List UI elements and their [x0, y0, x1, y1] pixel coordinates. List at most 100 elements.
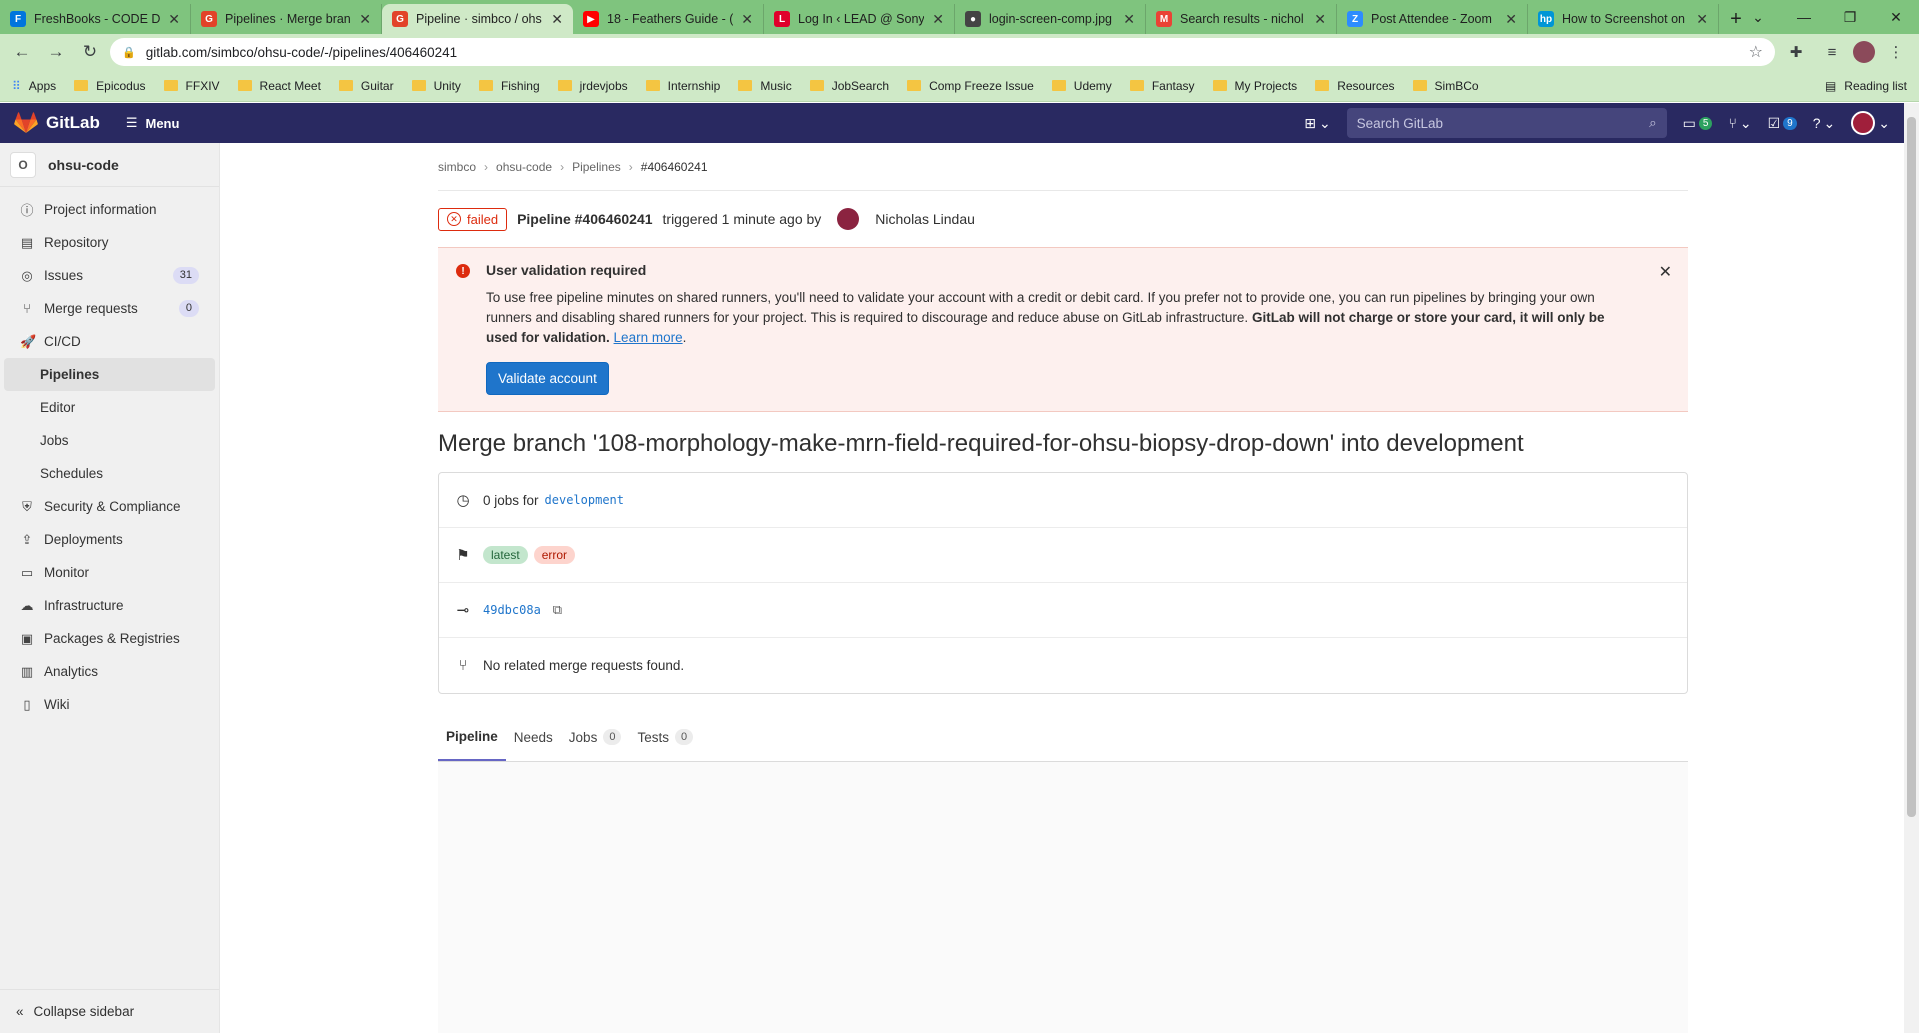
bookmark-item[interactable]: Guitar: [338, 79, 394, 93]
bookmark-item[interactable]: Internship: [645, 79, 720, 93]
apps-shortcut[interactable]: ⠿ Apps: [12, 79, 56, 93]
minimize-button[interactable]: —: [1781, 9, 1827, 25]
extensions-icon[interactable]: ✚: [1781, 43, 1811, 61]
bookmark-item[interactable]: JobSearch: [809, 79, 889, 93]
gitlab-logo[interactable]: GitLab: [14, 112, 100, 134]
bookmark-item[interactable]: Music: [738, 79, 792, 93]
bookmark-item[interactable]: jrdevjobs: [557, 79, 628, 93]
reload-icon[interactable]: ↻: [76, 38, 104, 66]
learn-more-link[interactable]: Learn more: [614, 330, 683, 345]
sidebar-item-infrastructure[interactable]: ☁ Infrastructure: [4, 589, 215, 622]
browser-tab[interactable]: ● login-screen-comp.jpg ✕: [955, 4, 1146, 34]
close-tab-icon[interactable]: ✕: [1505, 11, 1517, 28]
tab-needs[interactable]: Needs: [506, 713, 561, 761]
close-window-button[interactable]: ✕: [1873, 9, 1919, 26]
sidebar-item-merge-requests[interactable]: ⑂ Merge requests 0: [4, 292, 215, 325]
sidebar-item-project-information[interactable]: ⓘ Project information: [4, 193, 215, 226]
sidebar-item-packages-registries[interactable]: ▣ Packages & Registries: [4, 622, 215, 655]
collapse-sidebar-button[interactable]: « Collapse sidebar: [0, 989, 219, 1033]
sidebar-item-deployments[interactable]: ⇪ Deployments: [4, 523, 215, 556]
browser-tab[interactable]: hp How to Screenshot on ✕: [1528, 4, 1719, 34]
commit-sha-link[interactable]: 49dbc08a: [483, 603, 541, 617]
forward-arrow-icon[interactable]: →: [42, 38, 70, 66]
search-input[interactable]: Search GitLab ⌕: [1346, 108, 1667, 138]
todos-nav-button[interactable]: ☑ 9: [1768, 115, 1797, 132]
reading-list[interactable]: ▤ Reading list: [1825, 79, 1907, 93]
close-tab-icon[interactable]: ✕: [741, 11, 753, 28]
sidebar-subitem-jobs[interactable]: Jobs: [4, 424, 215, 457]
browser-tab[interactable]: F FreshBooks - CODE De ✕: [0, 4, 191, 34]
tab-tests[interactable]: Tests 0: [629, 713, 701, 761]
branch-link[interactable]: development: [545, 493, 624, 507]
menu-button[interactable]: ☰ Menu: [126, 115, 180, 131]
sidebar-item-monitor[interactable]: ▭ Monitor: [4, 556, 215, 589]
browser-tab[interactable]: Z Post Attendee - Zoom ✕: [1337, 4, 1528, 34]
sidebar-subitem-schedules[interactable]: Schedules: [4, 457, 215, 490]
close-icon[interactable]: ✕: [1659, 262, 1672, 282]
hamburger-icon: ☰: [125, 115, 138, 130]
bookmark-item[interactable]: Fishing: [478, 79, 540, 93]
sidebar-item-issues[interactable]: ◎ Issues 31: [4, 259, 215, 292]
close-tab-icon[interactable]: ✕: [932, 11, 944, 28]
user-name[interactable]: Nicholas Lindau: [875, 211, 975, 227]
bookmark-item[interactable]: React Meet: [237, 79, 321, 93]
status-badge[interactable]: ✕ failed: [438, 207, 508, 231]
bookmark-item[interactable]: My Projects: [1212, 79, 1297, 93]
breadcrumb-current[interactable]: #406460241: [641, 160, 708, 174]
browser-tab[interactable]: ▶ 18 - Feathers Guide - (✕: [573, 4, 764, 34]
sidebar-item-analytics[interactable]: ▥ Analytics: [4, 655, 215, 688]
validate-account-button[interactable]: Validate account: [486, 362, 609, 395]
bookmark-item[interactable]: Epicodus: [74, 79, 146, 93]
sidebar-item-security-compliance[interactable]: ⛨ Security & Compliance: [4, 490, 215, 523]
bookmark-star-icon[interactable]: ☆: [1749, 42, 1763, 62]
bookmark-item[interactable]: SimBCo: [1412, 79, 1479, 93]
browser-tab[interactable]: M Search results - nichol ✕: [1146, 4, 1337, 34]
browser-tab[interactable]: L Log In ‹ LEAD @ Sony ✕: [764, 4, 955, 34]
chevron-down-icon: ⌄: [1878, 114, 1890, 131]
close-tab-icon[interactable]: ✕: [168, 11, 180, 28]
bookmark-item[interactable]: Fantasy: [1129, 79, 1195, 93]
new-item-dropdown[interactable]: ⊞ ⌄: [1304, 115, 1330, 132]
merge-requests-nav-button[interactable]: ⑂ ⌄: [1728, 115, 1751, 132]
bookmark-item[interactable]: Resources: [1315, 79, 1395, 93]
tab-jobs[interactable]: Jobs 0: [561, 713, 630, 761]
sidebar-subitem-editor[interactable]: Editor: [4, 391, 215, 424]
bookmark-item[interactable]: Comp Freeze Issue: [907, 79, 1034, 93]
tab-pipeline[interactable]: Pipeline: [438, 713, 506, 761]
close-tab-icon[interactable]: ✕: [551, 11, 563, 28]
back-arrow-icon[interactable]: ←: [8, 38, 36, 66]
avatar[interactable]: [837, 208, 860, 230]
maximize-button[interactable]: ❐: [1827, 9, 1873, 26]
tab-title: FreshBooks - CODE De: [34, 12, 161, 26]
browser-tab[interactable]: G Pipelines · Merge bran ✕: [191, 4, 382, 34]
bookmark-item[interactable]: Unity: [411, 79, 461, 93]
bookmark-item[interactable]: Udemy: [1051, 79, 1112, 93]
page-scrollbar[interactable]: [1904, 103, 1919, 1033]
breadcrumb-group[interactable]: simbco: [438, 160, 476, 174]
more-menu-icon[interactable]: ⋮: [1881, 43, 1911, 61]
breadcrumb-pipelines[interactable]: Pipelines: [572, 160, 621, 174]
close-tab-icon[interactable]: ✕: [1696, 11, 1708, 28]
sidebar-item-ci-cd[interactable]: 🚀 CI/CD: [4, 325, 215, 358]
profile-avatar[interactable]: [1853, 41, 1875, 63]
browser-tab[interactable]: G Pipeline · simbco / ohs ✕: [382, 4, 573, 34]
scrollbar-thumb[interactable]: [1907, 117, 1916, 817]
media-icon[interactable]: ≡: [1817, 44, 1847, 61]
sidebar-item-repository[interactable]: ▤ Repository: [4, 226, 215, 259]
issues-nav-button[interactable]: ▭ 5: [1683, 115, 1713, 132]
address-bar[interactable]: 🔒 gitlab.com/simbco/ohsu-code/-/pipeline…: [110, 38, 1775, 66]
favicon-icon: G: [201, 11, 217, 27]
user-menu[interactable]: ⌄: [1851, 111, 1890, 135]
copy-icon[interactable]: ⧉: [553, 602, 562, 618]
tab-search-icon[interactable]: ⌄: [1735, 9, 1781, 26]
close-tab-icon[interactable]: ✕: [1314, 11, 1326, 28]
sidebar-item-wiki[interactable]: ▯ Wiki: [4, 688, 215, 721]
sidebar-subitem-pipelines[interactable]: Pipelines: [4, 358, 215, 391]
help-dropdown[interactable]: ? ⌄: [1813, 115, 1836, 132]
pipeline-tabs: Pipeline Needs Jobs 0 Tests 0: [438, 714, 1688, 762]
bookmark-item[interactable]: FFXIV: [163, 79, 220, 93]
breadcrumb-project[interactable]: ohsu-code: [496, 160, 552, 174]
close-tab-icon[interactable]: ✕: [1123, 11, 1135, 28]
sidebar-project-header[interactable]: O ohsu-code: [0, 143, 219, 187]
close-tab-icon[interactable]: ✕: [359, 11, 371, 28]
